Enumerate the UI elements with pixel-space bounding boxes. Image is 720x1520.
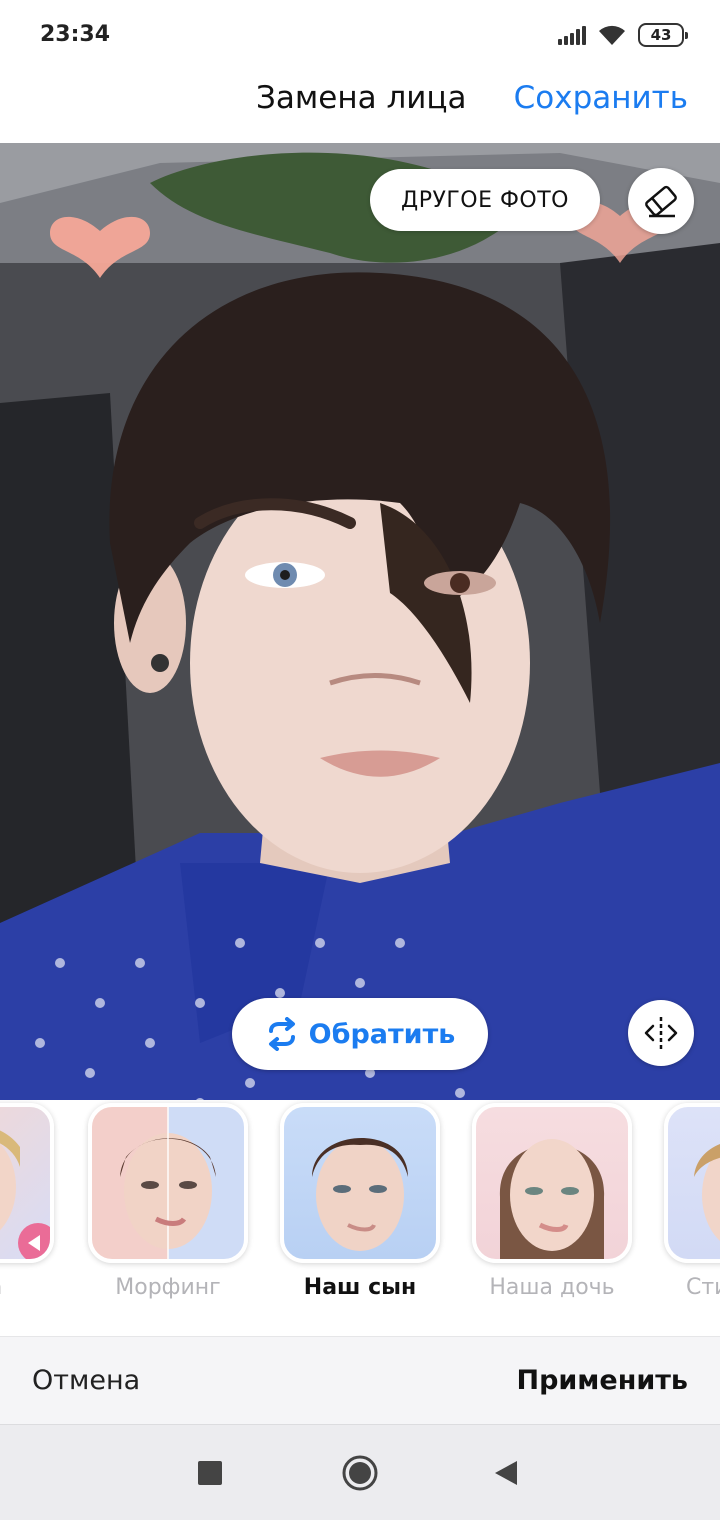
photo-preview: ДРУГОЕ ФОТО Обратить xyxy=(0,143,720,1145)
other-photo-button[interactable]: ДРУГОЕ ФОТО xyxy=(370,169,600,231)
home-icon xyxy=(342,1455,378,1491)
wifi-icon xyxy=(599,25,625,45)
swap-icon xyxy=(268,1017,295,1051)
filter-thumb xyxy=(280,1103,440,1263)
apply-button[interactable]: Применить xyxy=(516,1365,688,1396)
home-button[interactable] xyxy=(338,1451,382,1495)
filter-label: Сти xyxy=(686,1275,720,1300)
page-title: Замена лица xyxy=(256,80,467,116)
save-button[interactable]: Сохранить xyxy=(514,80,688,116)
face-photo xyxy=(0,143,720,1145)
filter-thumb xyxy=(0,1103,54,1263)
filter-strip: лица Морфинг Наш сын Наша дочь Сти xyxy=(0,1100,720,1336)
eraser-button[interactable] xyxy=(628,168,694,234)
filter-label: Наша дочь xyxy=(489,1275,615,1300)
compare-button[interactable] xyxy=(628,1000,694,1066)
filter-label: Морфинг xyxy=(115,1275,221,1300)
battery-level: 43 xyxy=(650,26,672,44)
action-bar: Отмена Применить xyxy=(0,1336,720,1424)
eraser-icon xyxy=(645,185,677,218)
status-bar: 23:34 43 xyxy=(0,0,720,70)
reverse-button[interactable]: Обратить xyxy=(232,998,488,1070)
filter-thumb xyxy=(472,1103,632,1263)
cancel-button[interactable]: Отмена xyxy=(32,1365,140,1396)
signal-icon xyxy=(558,25,586,45)
filter-label: Наш сын xyxy=(303,1275,417,1300)
filter-label: лица xyxy=(0,1275,54,1300)
filter-thumb xyxy=(664,1103,720,1263)
status-icons: 43 xyxy=(558,22,688,48)
system-nav-bar xyxy=(0,1424,720,1520)
back-icon xyxy=(495,1461,517,1485)
app-header: Замена лица Сохранить xyxy=(0,70,720,143)
status-time: 23:34 xyxy=(40,22,111,47)
filter-thumb xyxy=(88,1103,248,1263)
battery-icon: 43 xyxy=(638,23,688,47)
reverse-label: Обратить xyxy=(308,1018,456,1050)
recents-button[interactable] xyxy=(190,1453,230,1493)
stop-icon xyxy=(198,1461,222,1485)
back-button[interactable] xyxy=(486,1453,526,1493)
compare-icon xyxy=(644,1017,678,1049)
